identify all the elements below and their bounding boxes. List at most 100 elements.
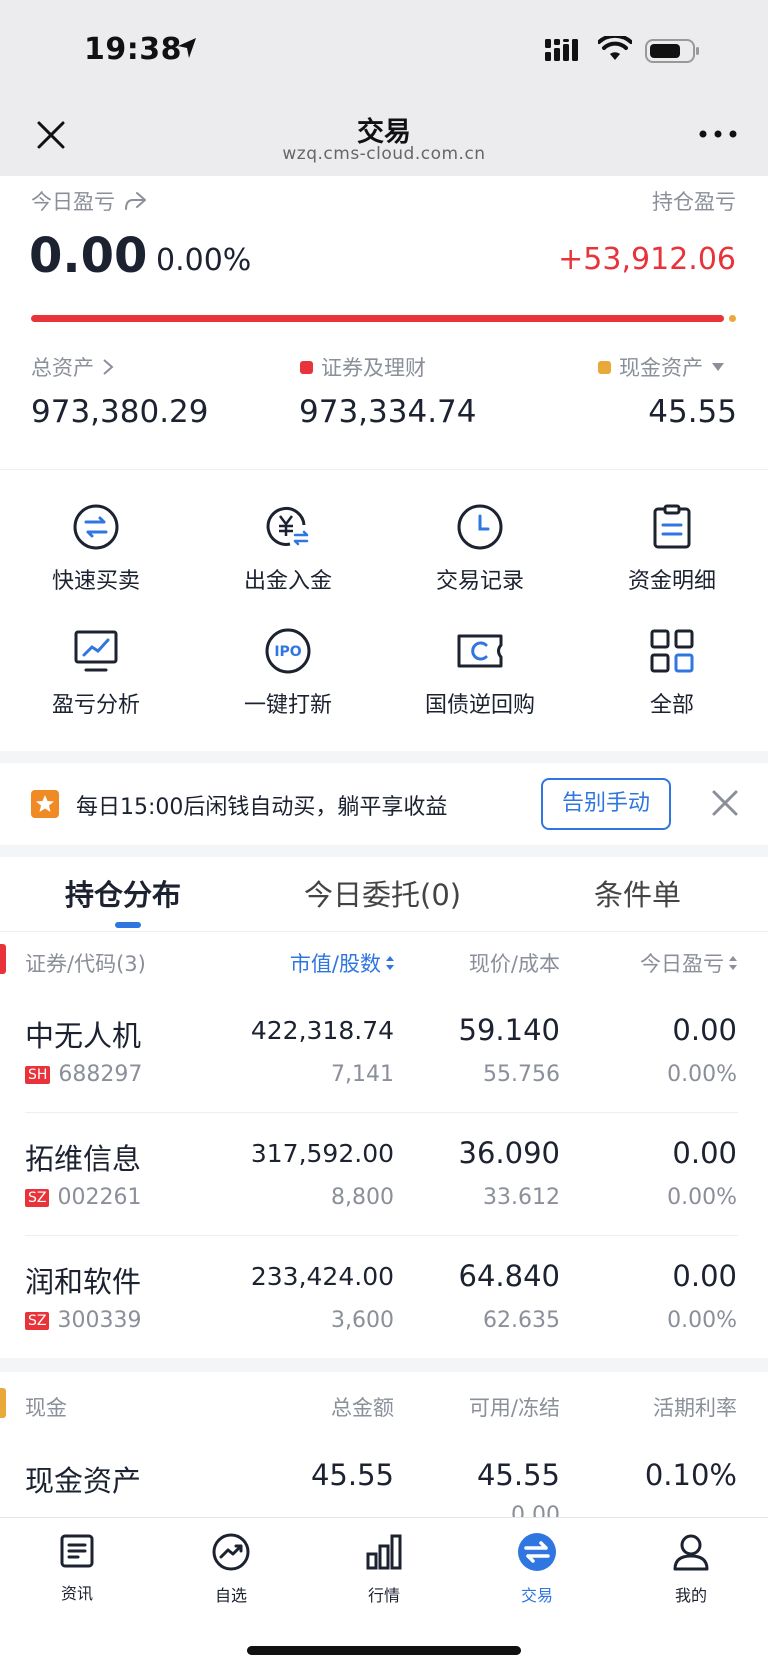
position-pl-value: +53,912.06 <box>558 242 736 277</box>
ipo-icon: IPO <box>265 628 311 674</box>
market-value: 422,318.74 <box>250 1016 394 1045</box>
shares: 3,600 <box>331 1308 394 1333</box>
cash-total: 45.55 <box>310 1458 394 1492</box>
bottom-tab-bar: 资讯 自选 行情 交易 我的 <box>0 1517 768 1665</box>
tabbar-label: 行情 <box>367 1586 400 1605</box>
col-header-label: 市值/股数 <box>289 952 381 976</box>
tab-conditional-orders[interactable]: 条件单 <box>594 872 681 914</box>
tabbar-trade[interactable]: 交易 <box>477 1532 597 1606</box>
col-header-today-pl[interactable]: 今日盈亏 <box>600 948 738 978</box>
today-pl-value: 0.00 <box>29 228 148 284</box>
promo-button[interactable]: 告别手动 <box>541 778 671 830</box>
action-quick-trade[interactable]: 快速买卖 <box>0 503 192 595</box>
cash-color-marker <box>598 360 611 374</box>
section-gap <box>0 1358 768 1372</box>
action-label: 出金入金 <box>243 569 332 594</box>
action-ipo[interactable]: IPO 一键打新 <box>192 627 384 719</box>
cash-value: 45.55 <box>648 394 737 430</box>
cash-name: 现金资产 <box>25 1464 142 1498</box>
home-indicator <box>247 1646 521 1655</box>
divider <box>0 931 768 932</box>
today-pl-percent: 0.00% <box>667 1185 737 1210</box>
section-gap <box>0 845 768 857</box>
news-icon <box>60 1534 94 1568</box>
clock-icon <box>457 504 503 550</box>
col-header-market-value[interactable]: 市值/股数 <box>230 948 395 978</box>
action-deposit-withdraw[interactable]: 出金入金 <box>192 503 384 595</box>
col-header-available-frozen: 可用/冻结 <box>468 1396 560 1420</box>
today-pl-percent: 0.00% <box>667 1062 737 1087</box>
promo-text: 每日15:00后闲钱自动买，躺平享收益 <box>76 795 448 820</box>
cellular-signal-icon <box>545 39 578 61</box>
today-pl: 0.00 <box>672 1136 737 1170</box>
person-icon <box>673 1534 709 1571</box>
location-arrow-icon <box>178 38 196 58</box>
stock-name: 中无人机 <box>25 1019 142 1053</box>
cost-price: 55.756 <box>483 1062 560 1087</box>
trade-swap-icon <box>518 1533 556 1571</box>
col-header-label: 今日盈亏 <box>640 952 724 976</box>
market-value: 233,424.00 <box>250 1262 394 1291</box>
action-trade-records[interactable]: 交易记录 <box>384 503 576 595</box>
action-label: 全部 <box>649 693 694 718</box>
more-icon[interactable] <box>696 124 740 144</box>
trend-circle-icon <box>212 1533 250 1571</box>
stock-name: 润和软件 <box>25 1265 142 1299</box>
total-assets-label: 总资产 <box>31 356 94 380</box>
chart-monitor-icon <box>74 630 118 672</box>
today-pl-label: 今日盈亏 <box>31 190 115 214</box>
star-badge-icon <box>31 790 59 818</box>
wifi-icon <box>598 36 632 60</box>
close-icon[interactable] <box>710 788 740 818</box>
cost-price: 33.612 <box>483 1185 560 1210</box>
today-pl-percent: 0.00% <box>156 243 252 278</box>
securities-header: 证券及理财 <box>300 352 426 382</box>
clipboard-icon <box>653 504 691 549</box>
today-pl-header: 今日盈亏 <box>31 186 147 216</box>
today-pl: 0.00 <box>672 1013 737 1047</box>
action-reverse-repo[interactable]: 国债逆回购 <box>384 627 576 719</box>
row-divider <box>25 1112 738 1113</box>
col-header-security: 证券/代码(3) <box>25 952 146 976</box>
action-pl-analysis[interactable]: 盈亏分析 <box>0 627 192 719</box>
total-assets-header[interactable]: 总资产 <box>31 352 114 382</box>
ticket-icon <box>457 634 503 668</box>
grid-icon <box>650 629 694 673</box>
section-gap <box>0 751 768 763</box>
action-label: 盈亏分析 <box>51 693 140 718</box>
stock-name: 拓维信息 <box>25 1142 142 1176</box>
tab-today-orders[interactable]: 今日委托(0) <box>304 872 461 914</box>
yuan-transfer-icon <box>266 506 309 546</box>
today-pl: 0.00 <box>672 1259 737 1293</box>
tabbar-market[interactable]: 行情 <box>324 1532 444 1606</box>
cash-label: 现金资产 <box>619 356 703 380</box>
caret-down-icon <box>712 363 724 371</box>
stock-code: 300339 <box>57 1308 142 1333</box>
swap-circle-icon <box>73 504 119 550</box>
divider <box>0 469 768 470</box>
bar-chart-icon <box>366 1534 402 1570</box>
battery-icon <box>645 39 699 63</box>
shares: 7,141 <box>331 1062 394 1087</box>
cash-header[interactable]: 现金资产 <box>598 352 725 382</box>
pl-progress-bar <box>31 315 724 322</box>
tabbar-news[interactable]: 资讯 <box>17 1532 137 1604</box>
stock-code-group: SZ 002261 <box>25 1185 141 1210</box>
tabbar-me[interactable]: 我的 <box>631 1532 751 1606</box>
cash-available: 45.55 <box>476 1458 560 1492</box>
share-icon[interactable] <box>123 191 147 211</box>
tab-positions[interactable]: 持仓分布 <box>65 872 181 914</box>
tabbar-watchlist[interactable]: 自选 <box>171 1532 291 1606</box>
col-header-price-cost: 现价/成本 <box>468 952 560 976</box>
action-all[interactable]: 全部 <box>576 627 768 719</box>
shares: 8,800 <box>331 1185 394 1210</box>
action-label: 交易记录 <box>435 569 524 594</box>
tabbar-label: 交易 <box>520 1586 553 1605</box>
sort-icon <box>729 956 737 970</box>
market-value: 317,592.00 <box>250 1139 394 1168</box>
pl-progress-dot <box>729 315 736 322</box>
status-time: 19:38 <box>84 32 182 67</box>
row-divider <box>25 1235 738 1236</box>
action-fund-details[interactable]: 资金明细 <box>576 503 768 595</box>
tabbar-label: 自选 <box>214 1586 247 1605</box>
